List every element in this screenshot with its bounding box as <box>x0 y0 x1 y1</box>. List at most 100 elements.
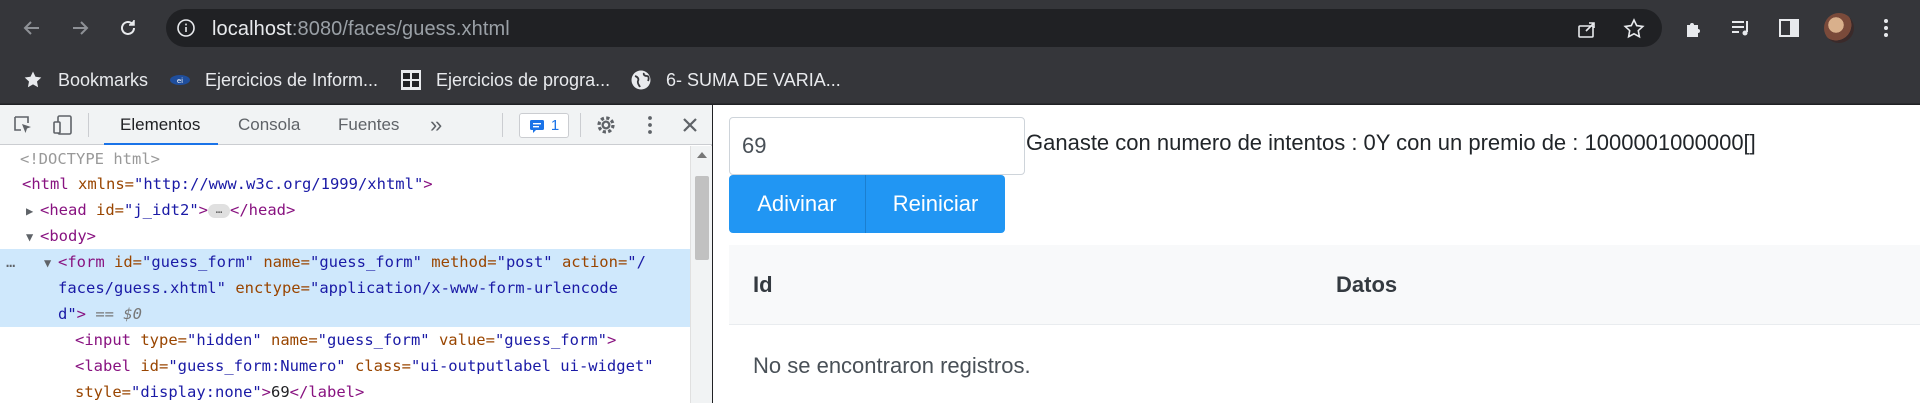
attr-value: d" <box>58 305 77 323</box>
site-favicon-icon <box>400 69 422 91</box>
device-toolbar-icon[interactable] <box>52 114 74 136</box>
media-playlist-icon[interactable] <box>1729 16 1753 40</box>
tag-name: <head <box>40 201 87 219</box>
inspect-element-icon[interactable] <box>12 114 34 136</box>
kebab-menu-icon[interactable] <box>1874 16 1898 40</box>
tag-bracket: > <box>198 201 208 219</box>
dom-node-head[interactable]: ▶ <head id="j_idt2">… </head> <box>26 197 295 223</box>
bookmark-item-ejercicios-progra[interactable]: Ejercicios de progra... <box>400 56 610 104</box>
dom-node-doctype[interactable]: <!DOCTYPE html> <box>20 146 160 172</box>
tab-fuentes[interactable]: Fuentes <box>338 105 399 145</box>
attr-name: xmlns= <box>68 175 134 193</box>
column-header-id[interactable]: Id <box>753 245 773 325</box>
attr-name: action= <box>552 253 628 271</box>
bookmark-item-ejercicios-inform[interactable]: ei Ejercicios de Inform... <box>169 56 378 104</box>
dom-tree-scrollbar[interactable] <box>690 146 712 403</box>
url-host: localhost <box>212 18 292 40</box>
tag-bracket: > <box>606 331 617 349</box>
elements-dom-tree: <!DOCTYPE html> <html xmlns="http://www.… <box>0 146 690 403</box>
site-favicon-icon: ei <box>169 69 191 91</box>
tag-bracket: > <box>261 383 271 401</box>
bookmark-label: Ejercicios de Inform... <box>205 69 379 90</box>
attr-value: "guess_form" <box>309 253 422 271</box>
bookmark-item-suma-de-varia[interactable]: 6- SUMA DE VARIA... <box>630 56 841 104</box>
attr-name: method= <box>421 253 497 271</box>
share-icon[interactable] <box>1576 18 1598 40</box>
issues-badge[interactable]: 1 <box>519 113 569 138</box>
more-options-icon[interactable] <box>639 114 661 136</box>
tab-consola[interactable]: Consola <box>238 105 300 145</box>
site-info-icon[interactable] <box>176 18 196 38</box>
result-message: Ganaste con numero de intentos : 0Y con … <box>1026 130 1756 155</box>
attr-value: "display:none" <box>131 383 262 401</box>
row-actions-dots[interactable]: … <box>6 249 15 275</box>
dom-node-input[interactable]: <input type="hidden" name="guess_form" v… <box>75 327 616 353</box>
forward-button[interactable] <box>62 10 98 46</box>
reset-button[interactable]: Reiniciar <box>865 175 1005 233</box>
empty-message: No se encontraron registros. <box>753 353 1031 378</box>
bookmark-item-bookmarks[interactable]: Bookmarks <box>22 56 148 104</box>
settings-gear-icon[interactable] <box>595 114 617 136</box>
dom-node-body[interactable]: ▼ <body> <box>26 223 96 249</box>
attr-name: value= <box>429 331 495 349</box>
tag-bracket: > <box>423 175 433 193</box>
column-header-datos[interactable]: Datos <box>1336 245 1397 325</box>
dom-node-label[interactable]: <label id="guess_form:Numero" class="ui-… <box>75 353 654 379</box>
url-path: :8080/faces/guess.xhtml <box>291 18 510 40</box>
attr-name: id= <box>131 357 169 375</box>
tag-name: <body> <box>40 227 96 245</box>
attr-name: id= <box>104 253 142 271</box>
issues-count: 1 <box>550 117 560 134</box>
address-bar[interactable]: localhost:8080/faces/guess.xhtml <box>166 9 1662 47</box>
tab-elementos[interactable]: Elementos <box>104 105 219 145</box>
back-button[interactable] <box>14 10 50 46</box>
star-bookmark-icon[interactable] <box>1623 18 1645 40</box>
toolbar-divider <box>88 113 89 137</box>
attr-value: "post" <box>496 253 553 271</box>
attr-value: "guess_form:Numero" <box>168 357 346 375</box>
toolbar-divider <box>502 113 503 137</box>
profile-avatar[interactable] <box>1824 13 1854 43</box>
collapsed-content-button[interactable]: … <box>208 203 230 218</box>
dom-node-html[interactable]: <html xmlns="http://www.w3c.org/1999/xht… <box>22 171 433 197</box>
attr-name: enctype= <box>225 279 310 297</box>
attr-value: "/ <box>627 253 646 271</box>
side-panel-icon[interactable] <box>1777 16 1801 40</box>
expand-triangle-icon[interactable]: ▶ <box>26 198 40 224</box>
attr-name: id= <box>86 201 124 219</box>
bookmark-label: Ejercicios de progra... <box>436 69 611 90</box>
reload-button[interactable] <box>110 10 146 46</box>
data-table: Id Datos No se encontraron registros. <box>729 245 1920 403</box>
star-icon <box>22 69 44 91</box>
tag-bracket: > <box>76 305 87 323</box>
attr-value: "ui-outputlabel ui-widget" <box>410 357 654 375</box>
scroll-up-arrow-icon[interactable] <box>697 152 707 158</box>
scrollbar-thumb[interactable] <box>695 176 709 260</box>
collapse-triangle-icon[interactable]: ▼ <box>44 250 58 276</box>
attr-name: type= <box>131 331 187 349</box>
message-icon <box>529 119 544 133</box>
attr-name: style= <box>75 383 131 401</box>
number-input[interactable] <box>729 117 1025 175</box>
arrow-left-icon <box>23 21 39 35</box>
extensions-puzzle-icon[interactable] <box>1683 16 1707 40</box>
page-content: Ganaste con numero de intentos : 0Y con … <box>713 105 1920 403</box>
close-icon[interactable] <box>679 114 701 136</box>
dom-node-form-selected-end[interactable]: d"> == $0 <box>0 301 690 327</box>
browser-toolbar: localhost:8080/faces/guess.xhtml <box>0 0 1920 56</box>
collapse-triangle-icon[interactable]: ▼ <box>26 224 40 250</box>
more-tabs-button[interactable]: » <box>430 105 442 145</box>
bookmark-label: 6- SUMA DE VARIA... <box>666 69 841 90</box>
guess-button[interactable]: Adivinar <box>729 175 865 233</box>
dom-node-form-selected[interactable]: … ▼ <form id="guess_form" name="guess_for… <box>0 249 690 301</box>
attr-value: "guess_form" <box>142 253 254 271</box>
attr-name: class= <box>345 357 411 375</box>
url-text[interactable]: localhost:8080/faces/guess.xhtml <box>212 18 510 41</box>
reload-icon <box>121 20 135 35</box>
bookmarks-bar: Bookmarks ei Ejercicios de Inform... Eje… <box>0 56 1920 104</box>
bookmark-label: Bookmarks <box>58 69 149 90</box>
table-header: Id Datos <box>729 245 1920 325</box>
tag-close: </label> <box>289 383 365 401</box>
selected-node-marker: == $0 <box>86 305 143 323</box>
dom-node-label-cont[interactable]: style="display:none">69</label> <box>75 379 364 403</box>
